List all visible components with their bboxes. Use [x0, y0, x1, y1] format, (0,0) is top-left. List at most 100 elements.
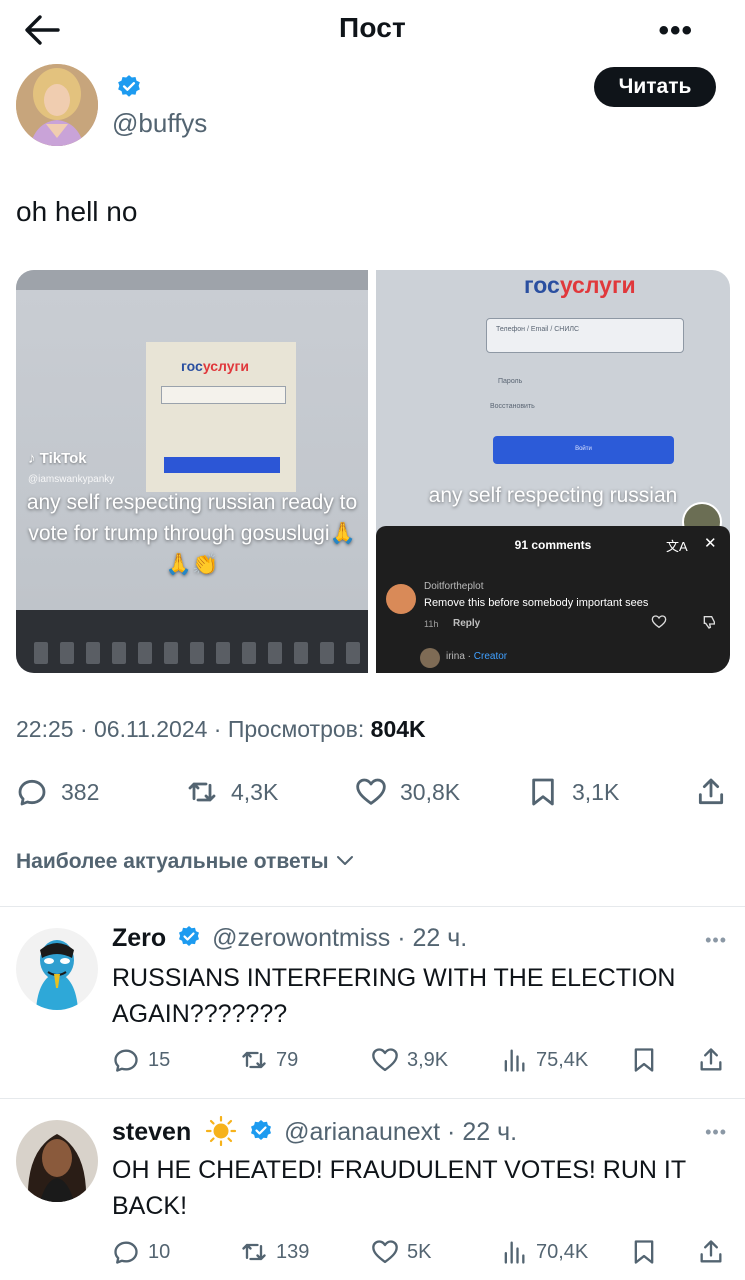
post-media[interactable]: госуслуги ♪ TikTok @iamswankypanky any s… — [16, 270, 730, 673]
commenter-avatar — [420, 648, 440, 668]
chevron-down-icon — [337, 856, 354, 865]
share-icon — [698, 778, 724, 805]
view-count: 804K — [370, 716, 426, 742]
reply-actions: 10 139 5K 70,4K — [0, 1234, 745, 1270]
keyboard-key — [242, 642, 256, 664]
comment-text: Remove this before somebody important se… — [424, 597, 649, 609]
comments-panel: 91 comments 文A ✕ Doitfortheplot Remove t… — [376, 526, 730, 673]
repost-icon — [242, 1243, 266, 1261]
bookmark-button[interactable]: 3,1K — [527, 770, 619, 814]
verified-badge-icon — [179, 926, 200, 946]
repost-icon — [242, 1051, 266, 1069]
media-image-left[interactable]: госуслуги ♪ TikTok @iamswankypanky any s… — [16, 270, 368, 673]
reply-text: RUSSIANS INTERFERING WITH THE ELECTION A… — [112, 964, 676, 1028]
heart-icon — [372, 1240, 398, 1264]
field-hint: Телефон / Email / СНИЛС — [496, 326, 580, 333]
author-handle[interactable]: @buffys — [112, 108, 207, 139]
reply-avatar[interactable] — [16, 1120, 98, 1202]
author-avatar[interactable] — [16, 64, 98, 146]
repost-icon — [188, 782, 216, 802]
keyboard-key — [86, 642, 100, 664]
top-bar: Пост ••• — [0, 0, 745, 60]
replies-sort-dropdown[interactable]: Наиболее актуальные ответы — [16, 850, 354, 874]
comment-time: 11h — [424, 619, 439, 629]
bookmark-button[interactable] — [630, 1234, 658, 1270]
bookmark-icon — [634, 1240, 654, 1264]
login-field — [161, 386, 286, 404]
close-icon: ✕ — [704, 535, 717, 552]
share-button[interactable] — [697, 1234, 725, 1270]
login-field — [486, 318, 684, 353]
video-caption: any self respecting russian — [428, 484, 678, 507]
reply-author-handle[interactable]: @zerowontmiss — [212, 924, 390, 952]
keyboard-key — [190, 642, 204, 664]
reply-item[interactable]: steven @arianaunext · 22 ч. ••• OH HE CH… — [0, 1098, 745, 1280]
views-button[interactable]: 70,4K — [500, 1234, 588, 1270]
password-label: Пароль — [498, 378, 523, 385]
views-button[interactable]: 75,4K — [500, 1042, 588, 1078]
reply-avatar[interactable] — [16, 928, 98, 1010]
reply-header: Zero @zerowontmiss · 22 ч. — [112, 924, 467, 953]
sun-emoji-icon — [206, 1116, 237, 1146]
commenter-avatar — [386, 584, 416, 614]
reply-button[interactable]: 10 — [112, 1234, 170, 1270]
share-icon — [700, 1048, 722, 1071]
tiktok-icon: ♪ — [28, 450, 40, 467]
repost-button[interactable]: 139 — [240, 1234, 309, 1270]
bookmark-icon — [634, 1048, 654, 1072]
share-button[interactable] — [695, 770, 727, 814]
like-button[interactable]: 30,8K — [355, 770, 460, 814]
like-button[interactable]: 3,9K — [371, 1042, 448, 1078]
read-button[interactable]: Читать — [594, 67, 716, 107]
share-button[interactable] — [697, 1042, 725, 1078]
video-caption: any self respecting russian ready to vot… — [26, 491, 358, 576]
reply-author-handle[interactable]: @arianaunext — [284, 1118, 440, 1146]
reply-item[interactable]: Zero @zerowontmiss · 22 ч. ••• RUSSIANS … — [0, 906, 745, 1098]
keyboard-key — [138, 642, 152, 664]
repost-button[interactable]: 4,3K — [186, 770, 278, 814]
bookmark-button[interactable] — [630, 1042, 658, 1078]
reply-header: steven @arianaunext · 22 ч. — [112, 1116, 517, 1147]
reply-author-name[interactable]: steven — [112, 1118, 191, 1146]
page-title: Пост — [339, 12, 406, 43]
gosuslugi-logo: госуслуги — [524, 272, 636, 298]
post-actions: 382 4,3K 30,8K 3,1K — [0, 770, 745, 814]
login-button-shape — [164, 457, 280, 473]
verified-badge-icon — [118, 75, 140, 97]
keyboard-key — [34, 642, 48, 664]
reply-time: · 22 ч. — [440, 1118, 518, 1146]
keyboard-key — [112, 642, 126, 664]
heart-icon — [356, 778, 386, 805]
media-image-right[interactable]: госуслуги Телефон / Email / СНИЛС Пароль… — [376, 270, 730, 673]
reply-time: · 22 ч. — [390, 924, 468, 952]
share-icon — [700, 1240, 722, 1263]
restore-label: Восстановить — [490, 403, 535, 410]
heart-icon — [372, 1048, 398, 1072]
more-options-icon[interactable]: ••• — [705, 1122, 727, 1143]
reply-button[interactable]: 15 — [112, 1042, 170, 1078]
reply-actions: 15 79 3,9K 75,4K — [0, 1042, 745, 1078]
keyboard-key — [216, 642, 230, 664]
like-button[interactable]: 5K — [371, 1234, 431, 1270]
comment-reply: Reply — [453, 618, 481, 629]
repost-button[interactable]: 79 — [240, 1042, 298, 1078]
reply-icon — [18, 779, 46, 806]
commenter-name: irina · Creator — [446, 651, 508, 662]
keyboard-key — [268, 642, 282, 664]
heart-icon — [651, 615, 667, 629]
more-options-icon[interactable]: ••• — [658, 14, 693, 48]
tiktok-watermark: ♪ TikTok — [28, 450, 87, 467]
login-button-shape: Войти — [493, 436, 674, 464]
reply-icon — [114, 1049, 138, 1072]
more-options-icon[interactable]: ••• — [705, 930, 727, 951]
gosuslugi-logo: госуслуги — [181, 358, 249, 374]
keyboard-key — [164, 642, 178, 664]
bookmark-icon — [532, 778, 554, 806]
reply-author-name[interactable]: Zero — [112, 924, 166, 952]
keyboard-key — [346, 642, 360, 664]
keyboard-key — [320, 642, 334, 664]
post-meta: 22:25 · 06.11.2024 · Просмотров: 804K — [16, 716, 426, 742]
tiktok-username: @iamswankypanky — [28, 474, 115, 485]
reply-button[interactable]: 382 — [16, 770, 99, 814]
keyboard-key — [294, 642, 308, 664]
